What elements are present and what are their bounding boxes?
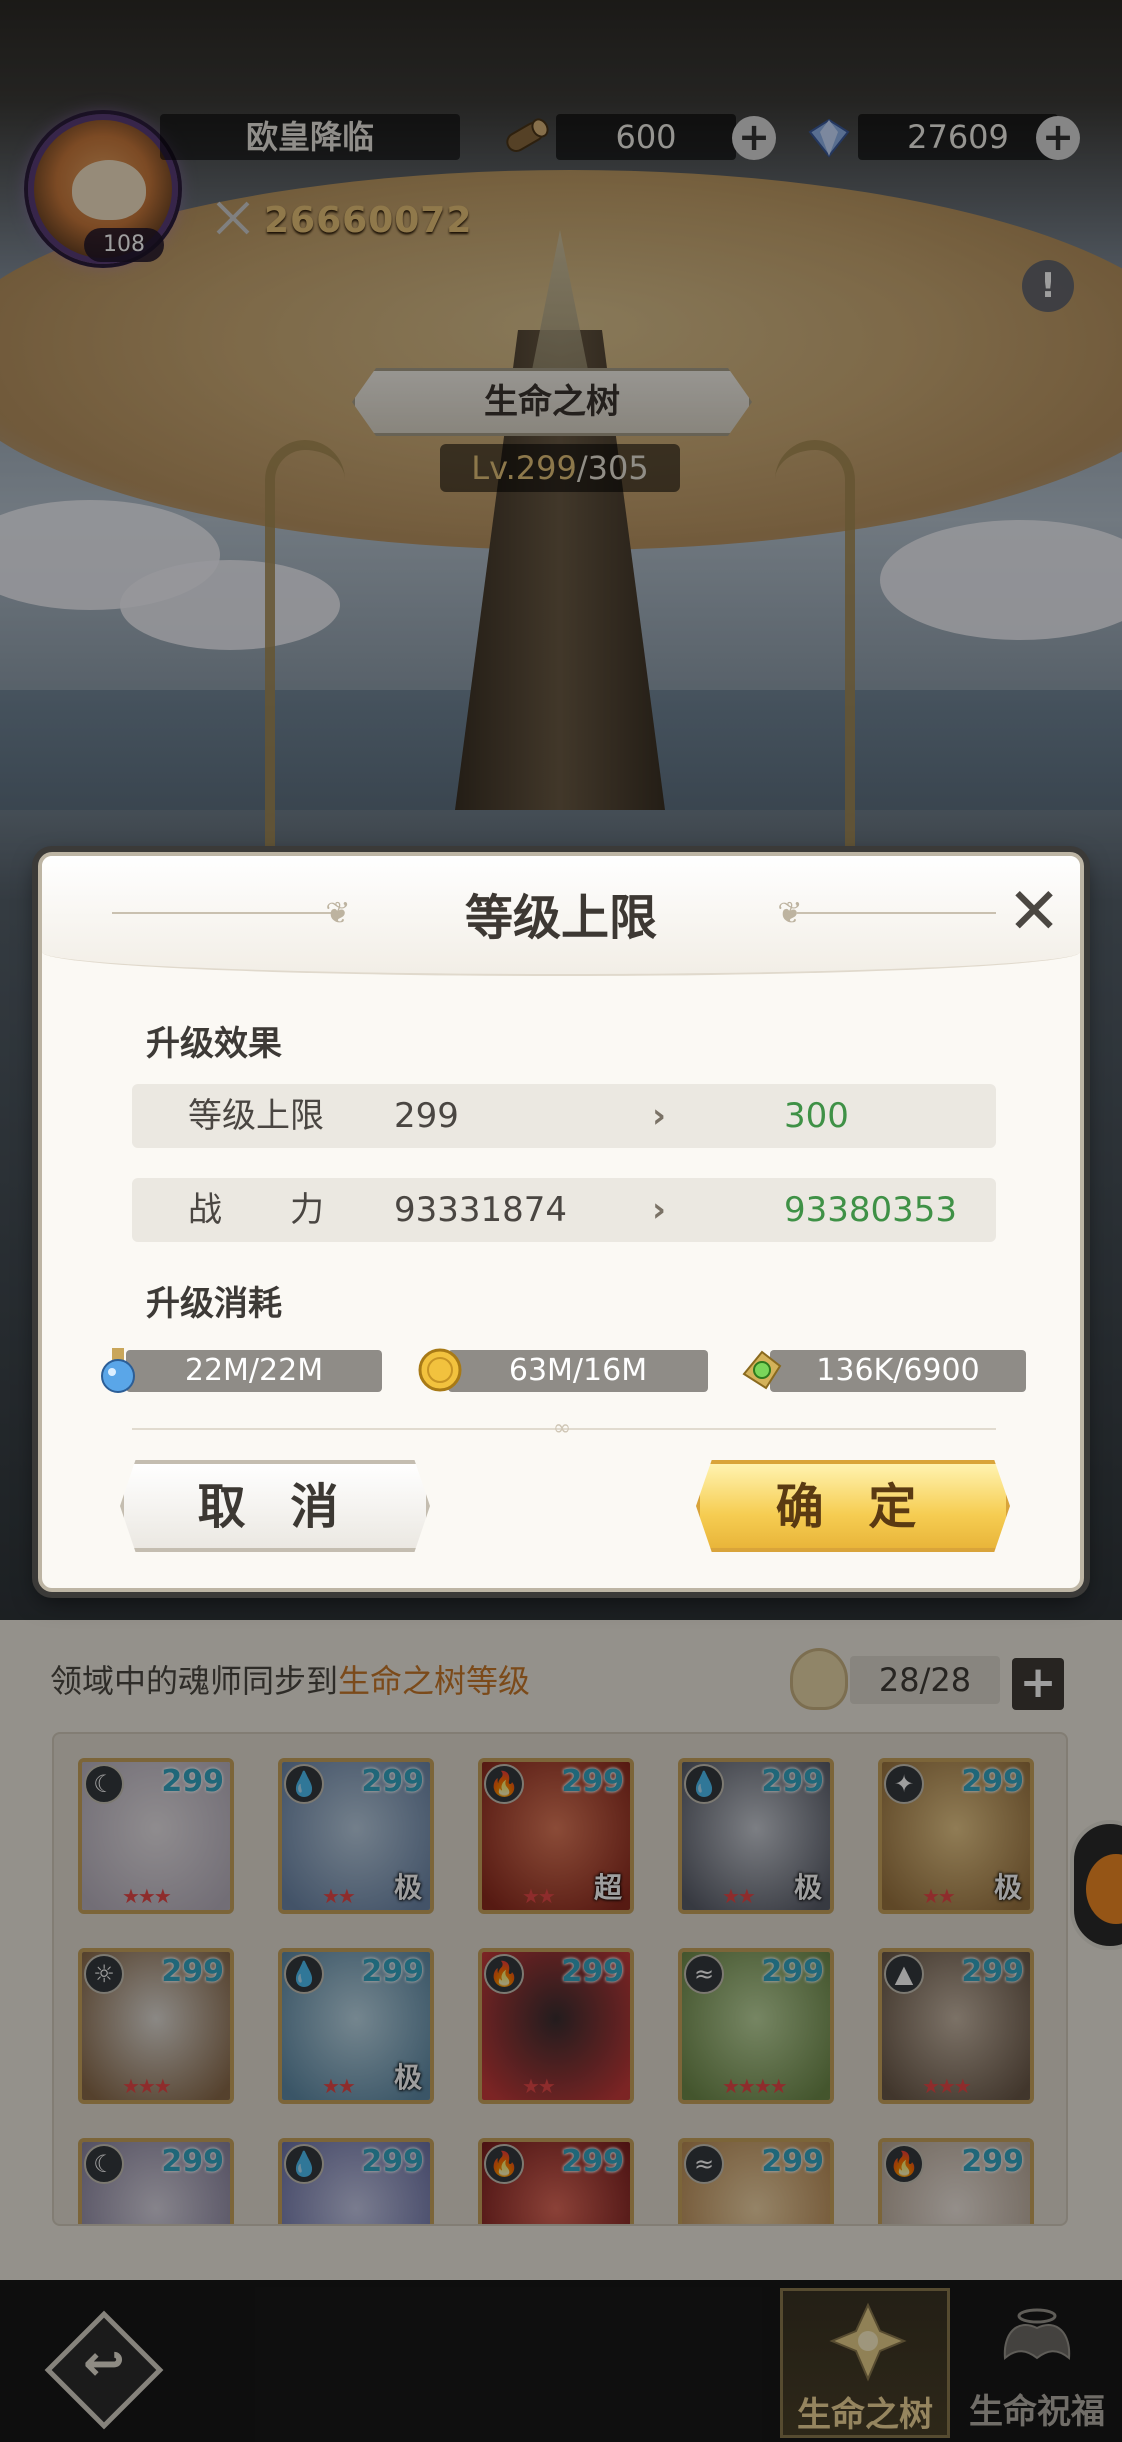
exp-potion-icon	[92, 1344, 144, 1396]
header-divider-right	[796, 912, 996, 914]
divider-ornament-icon: ∞	[552, 1416, 572, 1441]
effect-label: 等级上限	[188, 1096, 324, 1136]
double-chevron-right-icon: ›	[652, 1096, 667, 1136]
cost-value: 22M/22M	[126, 1350, 382, 1392]
effect-from-value: 299	[394, 1096, 459, 1136]
confirm-button[interactable]: 确 定	[696, 1460, 1010, 1552]
effect-row-combat-power: 战 力 93331874 › 93380353	[132, 1178, 996, 1242]
green-gem-icon	[736, 1344, 788, 1396]
effect-row-level-cap: 等级上限 299 › 300	[132, 1084, 996, 1148]
effect-to-value: 93380353	[784, 1190, 958, 1230]
effect-to-value: 300	[784, 1096, 849, 1136]
double-chevron-right-icon: ›	[652, 1190, 667, 1230]
cancel-button[interactable]: 取 消	[120, 1460, 430, 1552]
level-cap-dialog: ❦ 等级上限 ❦ ✕ 升级效果 等级上限 299 › 300 战 力 93331…	[38, 852, 1084, 1592]
cost-green-gem[interactable]: 136K/6900	[736, 1348, 1026, 1394]
upgrade-cost-label: 升级消耗	[146, 1284, 282, 1324]
upgrade-effect-label: 升级效果	[146, 1024, 282, 1064]
cost-gold[interactable]: 63M/16M	[414, 1348, 708, 1394]
effect-label: 战 力	[188, 1190, 324, 1230]
dialog-header: ❦ 等级上限 ❦	[42, 856, 1080, 976]
gold-coin-icon	[414, 1344, 466, 1396]
effect-from-value: 93331874	[394, 1190, 568, 1230]
cost-value: 63M/16M	[448, 1350, 708, 1392]
cost-value: 136K/6900	[770, 1350, 1026, 1392]
close-icon[interactable]: ✕	[1002, 880, 1066, 946]
cost-exp-potion[interactable]: 22M/22M	[92, 1348, 382, 1394]
